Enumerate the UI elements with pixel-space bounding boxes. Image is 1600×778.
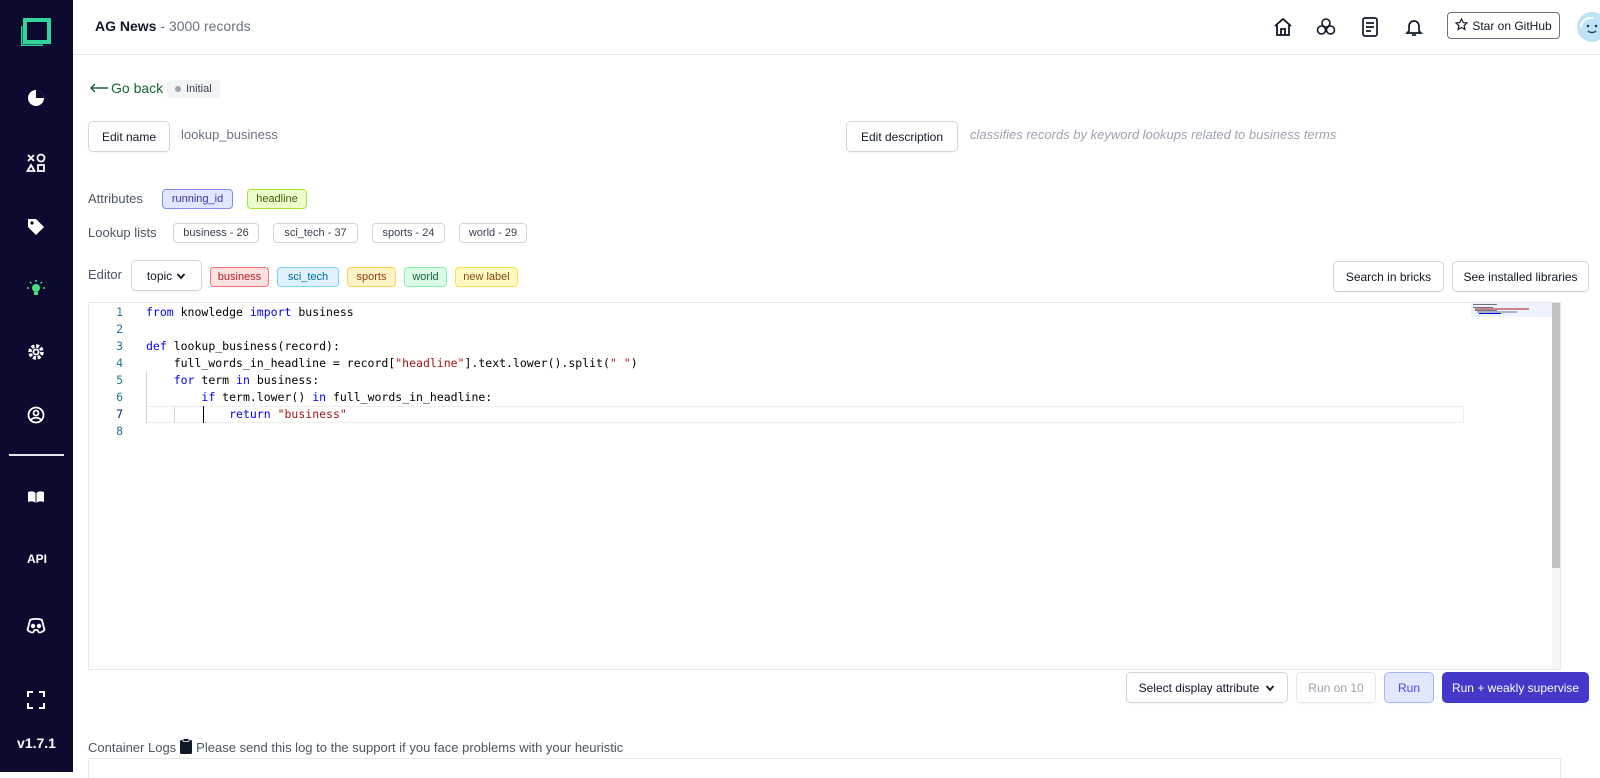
discord-icon[interactable] <box>26 616 46 636</box>
label-chip-sci-tech[interactable]: sci_tech <box>277 267 339 287</box>
editor-label: Editor <box>88 267 122 282</box>
app-logo[interactable] <box>19 18 53 48</box>
project-name: AG News <box>95 18 157 34</box>
task-select-value: topic <box>146 268 173 283</box>
star-icon <box>1454 17 1469 34</box>
select-display-attribute-button[interactable]: Select display attribute <box>1126 672 1288 703</box>
star-on-github-button[interactable]: Star on GitHub <box>1447 12 1560 39</box>
top-bar: AG News - 3000 records Star on GitHub <box>73 0 1600 55</box>
code-line[interactable]: 1 from knowledge import business <box>89 304 1469 321</box>
app-version: v1.7.1 <box>17 735 56 751</box>
status-dot <box>175 86 181 92</box>
edit-description-button[interactable]: Edit description <box>846 121 958 152</box>
editor-scrollbar-thumb[interactable] <box>1552 303 1560 568</box>
heuristic-name: lookup_business <box>181 127 278 142</box>
api-icon[interactable]: API <box>22 552 52 566</box>
sidebar-divider <box>9 454 64 456</box>
heuristic-detail: Go back Initial Edit name lookup_busines… <box>73 55 1600 778</box>
lightbulb-icon[interactable] <box>26 279 46 299</box>
attribute-tag-running-id[interactable]: running_id <box>162 189 233 209</box>
line-number: 7 <box>116 407 123 421</box>
line-number: 2 <box>116 322 123 336</box>
project-title: AG News - 3000 records <box>95 18 251 34</box>
container-logs-hint: Please send this log to the support if y… <box>196 740 624 755</box>
fullscreen-icon[interactable] <box>26 690 46 710</box>
lookup-lists-label: Lookup lists <box>88 225 157 240</box>
container-logs-title: Container Logs <box>88 740 177 755</box>
gear-icon[interactable] <box>26 342 46 362</box>
code-line[interactable]: 4 full_words_in_headline = record["headl… <box>89 355 1469 372</box>
label-chip-business[interactable]: business <box>210 267 269 287</box>
code-line[interactable]: 2 <box>89 321 1469 338</box>
attributes-label: Attributes <box>88 191 143 206</box>
lookup-list-world[interactable]: world - 29 <box>459 223 527 243</box>
chevron-down-icon <box>1266 684 1275 691</box>
line-number: 6 <box>116 390 123 404</box>
community-icon[interactable] <box>1314 15 1338 39</box>
book-icon[interactable] <box>26 487 46 507</box>
tag-icon[interactable] <box>26 217 46 237</box>
task-select[interactable]: topic <box>131 260 202 291</box>
record-count: 3000 records <box>168 18 251 34</box>
line-number: 1 <box>116 305 123 319</box>
line-number: 8 <box>116 424 123 438</box>
run-weakly-supervise-button[interactable]: Run + weakly supervise <box>1442 672 1589 703</box>
home-icon[interactable] <box>1271 15 1295 39</box>
label-chip-new-label[interactable]: new label <box>455 267 518 287</box>
sidebar: API v1.7.1 <box>0 0 73 772</box>
lookup-list-sports[interactable]: sports - 24 <box>372 223 445 243</box>
heuristic-description: classifies records by keyword lookups re… <box>970 127 1337 142</box>
line-number: 5 <box>116 373 123 387</box>
code-line[interactable]: 6 if term.lower() in full_words_in_headl… <box>89 389 1469 406</box>
editor-minimap[interactable] <box>1471 303 1560 669</box>
go-back-label: Go back <box>111 80 164 96</box>
code-editor[interactable]: 1 from knowledge import business 2 3 def l… <box>88 302 1561 670</box>
run-on-10-button[interactable]: Run on 10 <box>1296 672 1376 703</box>
search-in-bricks-button[interactable]: Search in bricks <box>1333 261 1444 292</box>
label-chip-world[interactable]: world <box>404 267 447 287</box>
run-button[interactable]: Run <box>1384 672 1434 703</box>
user-avatar[interactable] <box>1577 12 1600 42</box>
overview-icon[interactable] <box>26 88 46 108</box>
container-logs-box <box>88 758 1561 778</box>
chevron-down-icon <box>176 272 186 279</box>
lookup-list-business[interactable]: business - 26 <box>173 223 259 243</box>
user-circle-icon[interactable] <box>26 405 46 425</box>
container-logs-header: Container Logs Please send this log to t… <box>88 738 623 757</box>
label-chip-sports[interactable]: sports <box>347 267 396 287</box>
go-back-link[interactable]: Go back <box>89 80 163 96</box>
edit-name-button[interactable]: Edit name <box>88 121 170 152</box>
line-number: 3 <box>116 339 123 353</box>
attribute-tag-headline[interactable]: headline <box>247 189 307 209</box>
bell-icon[interactable] <box>1402 15 1426 39</box>
shapes-icon[interactable] <box>26 153 46 173</box>
arrow-left-icon <box>89 83 108 93</box>
code-line[interactable]: 8 <box>89 423 1469 440</box>
document-icon[interactable] <box>1358 15 1382 39</box>
project-separator: - <box>156 18 169 34</box>
code-line[interactable]: 5 for term in business: <box>89 372 1469 389</box>
see-installed-libraries-button[interactable]: See installed libraries <box>1452 261 1589 292</box>
line-number: 4 <box>116 356 123 370</box>
status-label: Initial <box>186 83 212 95</box>
status-badge: Initial <box>167 80 220 98</box>
clipboard-icon[interactable] <box>180 738 193 757</box>
code-line[interactable]: 7 return "business" <box>89 406 1469 423</box>
lookup-list-sci-tech[interactable]: sci_tech - 37 <box>273 223 358 243</box>
select-display-attribute-label: Select display attribute <box>1138 680 1260 695</box>
code-line[interactable]: 3 def lookup_business(record): <box>89 338 1469 355</box>
github-button-label: Star on GitHub <box>1472 18 1552 33</box>
